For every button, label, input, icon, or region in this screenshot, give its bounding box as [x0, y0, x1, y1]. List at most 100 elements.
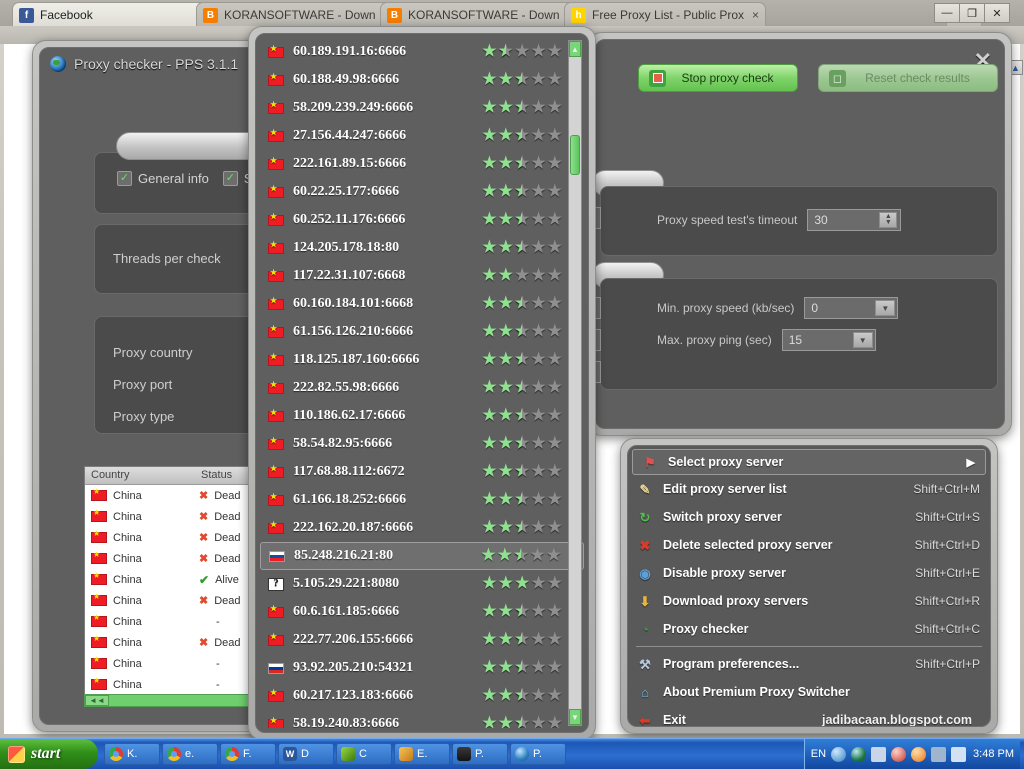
star-icon: ★ [482, 519, 497, 536]
list-item[interactable]: 60.252.11.176:6666★★★★★ [260, 206, 584, 234]
menu-item-about-premium-proxy-switcher[interactable]: ⌂ About Premium Proxy Switcher [628, 678, 990, 706]
reset-check-results-button[interactable]: ◻ Reset check results [818, 64, 998, 92]
menu-item-disable-proxy-server[interactable]: ◉ Disable proxy server Shift+Ctrl+E [628, 559, 990, 587]
chevron-down-icon[interactable]: ▼ [875, 300, 896, 316]
browser-tab-koransoftware-2[interactable]: B KORANSOFTWARE - Downlo × [380, 2, 582, 27]
list-item[interactable]: 85.248.216.21:80 ★ ★ ★ ★ ★ [260, 542, 584, 570]
window-close-button[interactable]: ✕ [984, 3, 1010, 23]
list-item[interactable]: 60.188.49.98:6666★★★★★ [260, 66, 584, 94]
menu-item-exit[interactable]: ⬅ Exit jadibacaan.blogspot.com [628, 706, 990, 727]
menu-item-proxy-checker[interactable]: ◔ Proxy checker Shift+Ctrl+C [628, 615, 990, 643]
close-icon[interactable]: × [750, 8, 759, 22]
proxy-list-scrollbar[interactable]: ▲ ▼ [568, 40, 582, 726]
list-item[interactable]: ? 5.105.29.221:8080 ★ ★ ★ ★ ★ [260, 570, 584, 598]
star-icon: ★ [531, 715, 546, 729]
menu-item-shortcut: Shift+Ctrl+D [914, 538, 980, 552]
browser-tab-koransoftware-1[interactable]: B KORANSOFTWARE - Downlo × [196, 2, 398, 27]
window-minimize-button[interactable]: — [934, 3, 960, 23]
chevron-down-icon[interactable]: ▼ [852, 332, 873, 348]
globe-icon[interactable] [851, 746, 867, 762]
window-maximize-button[interactable]: ❐ [959, 3, 985, 23]
menu-item-switch-proxy-server[interactable]: ↻ Switch proxy server Shift+Ctrl+S [628, 503, 990, 531]
proxy-list-rows[interactable]: 60.189.191.16:6666★★★★★60.188.49.98:6666… [260, 38, 584, 728]
clock[interactable]: 3:48 PM [971, 748, 1014, 760]
star-icon: ★ [547, 715, 562, 729]
list-item[interactable]: 61.156.126.210:6666★★★★★ [260, 318, 584, 346]
checkbox-general-info[interactable]: ✓ General info [117, 171, 209, 186]
min-proxy-speed-select[interactable]: 0 ▼ [804, 297, 899, 319]
spinner-icon-timeout[interactable]: ▲ ▼ [879, 212, 898, 228]
max-proxy-ping-select[interactable]: 15 ▼ [781, 329, 876, 351]
gray-icon[interactable] [931, 746, 947, 762]
scrollbar-thumb[interactable] [570, 135, 580, 175]
list-item[interactable]: 27.156.44.247:6666★★★★★ [260, 122, 584, 150]
network-icon[interactable] [871, 746, 887, 762]
flag-slovakia-icon [269, 550, 285, 562]
list-item[interactable]: 110.186.62.17:6666★★★★★ [260, 402, 584, 430]
star-icon: ★ [546, 547, 561, 564]
context-menu-body: ⚑ Select proxy server ▶ ✎ Edit proxy server … [627, 445, 991, 727]
scroll-up-icon[interactable]: ▲ [569, 41, 581, 57]
list-item[interactable]: 118.125.187.160:6666★★★★★ [260, 346, 584, 374]
orange-circle-icon[interactable] [911, 746, 927, 762]
star-icon: ★ [547, 267, 562, 284]
menu-item-program-preferences[interactable]: ⚒ Program preferences... Shift+Ctrl+P [628, 650, 990, 678]
speaker-icon[interactable] [951, 746, 967, 762]
taskbar-button-7[interactable]: P. [510, 743, 566, 765]
dark-app-icon [457, 747, 471, 761]
list-item[interactable]: 124.205.178.18:80★★★★★ [260, 234, 584, 262]
taskbar-button-3[interactable]: W D [278, 743, 334, 765]
exit-icon: ⬅ [639, 712, 651, 727]
list-item[interactable]: 60.189.191.16:6666★★★★★ [260, 38, 584, 66]
column-header-country[interactable]: Country [85, 467, 195, 484]
list-item[interactable]: 222.77.206.155:6666★★★★★ [260, 626, 584, 654]
taskbar-button-6[interactable]: P. [452, 743, 508, 765]
reset-check-results-label: Reset check results [865, 71, 970, 85]
scroll-down-icon[interactable]: ▼ [569, 709, 581, 725]
menu-item-delete-selected-proxy-server[interactable]: ✖ Delete selected proxy server Shift+Ctrl+… [628, 531, 990, 559]
threads-per-check-label: Threads per check [113, 251, 221, 266]
list-item[interactable]: 222.161.89.15:6666★★★★★ [260, 150, 584, 178]
flag-china-icon [268, 129, 284, 142]
list-item[interactable]: 117.68.88.112:6672★★★★★ [260, 458, 584, 486]
blue-circle-icon[interactable] [831, 746, 847, 762]
browser-tabstrip: f Facebook × B KORANSOFTWARE - Downlo × … [0, 0, 1024, 27]
mail-icon[interactable] [891, 746, 907, 762]
star-icon: ★ [547, 351, 562, 368]
stop-proxy-check-button[interactable]: Stop proxy check [638, 64, 798, 92]
scrollbar-thumb[interactable]: ◄◄ [85, 695, 109, 706]
star-icon: ★ [515, 212, 529, 229]
browser-tab-free-proxy-list[interactable]: h Free Proxy List - Public Prox × [564, 2, 766, 27]
start-button[interactable]: start [0, 739, 98, 769]
menu-item-download-proxy-servers[interactable]: ⬇ Download proxy servers Shift+Ctrl+R [628, 587, 990, 615]
list-item[interactable]: 58.19.240.83:6666★★★★★ [260, 710, 584, 728]
taskbar-button-2[interactable]: F. [220, 743, 276, 765]
list-item[interactable]: 58.54.82.95:6666★★★★★ [260, 430, 584, 458]
list-item[interactable]: 117.22.31.107:6668★★★★★ [260, 262, 584, 290]
tray-language-indicator[interactable]: EN [811, 748, 826, 760]
menu-item-select-proxy-server[interactable]: ⚑ Select proxy server ▶ [632, 449, 986, 475]
taskbar-button-4[interactable]: C [336, 743, 392, 765]
taskbar-button-5[interactable]: E. [394, 743, 450, 765]
list-item[interactable]: 60.22.25.177:6666★★★★★ [260, 178, 584, 206]
list-item[interactable]: 58.209.239.249:6666★★★★★ [260, 94, 584, 122]
cell-country: China [85, 572, 195, 586]
list-item[interactable]: 60.217.123.183:6666★★★★★ [260, 682, 584, 710]
list-item[interactable]: 60.160.184.101:6668★★★★★ [260, 290, 584, 318]
star-icon: ★ [482, 659, 497, 676]
list-item[interactable]: 60.6.161.185:6666★★★★★ [260, 598, 584, 626]
list-item[interactable]: 93.92.205.210:54321 ★ ★ ★ ★ ★ [260, 654, 584, 682]
taskbar-button-0[interactable]: K. [104, 743, 160, 765]
browser-tab-facebook[interactable]: f Facebook × [12, 2, 214, 27]
taskbar-button-1[interactable]: e. [162, 743, 218, 765]
menu-item-edit-proxy-server-list[interactable]: ✎ Edit proxy server list Shift+Ctrl+M [628, 475, 990, 503]
list-item[interactable]: 222.82.55.98:6666★★★★★ [260, 374, 584, 402]
list-item[interactable]: 222.162.20.187:6666★★★★★ [260, 514, 584, 542]
star-icon: ★ [515, 520, 529, 537]
star-icon: ★ [531, 267, 546, 284]
proxy-speed-timeout-input[interactable]: 30 ▲ ▼ [807, 209, 902, 231]
list-item[interactable]: 61.166.18.252:6666★★★★★ [260, 486, 584, 514]
menu-item-label: Switch proxy server [663, 510, 782, 524]
status-label: - [216, 678, 220, 691]
star-icon: ★ [514, 548, 528, 565]
